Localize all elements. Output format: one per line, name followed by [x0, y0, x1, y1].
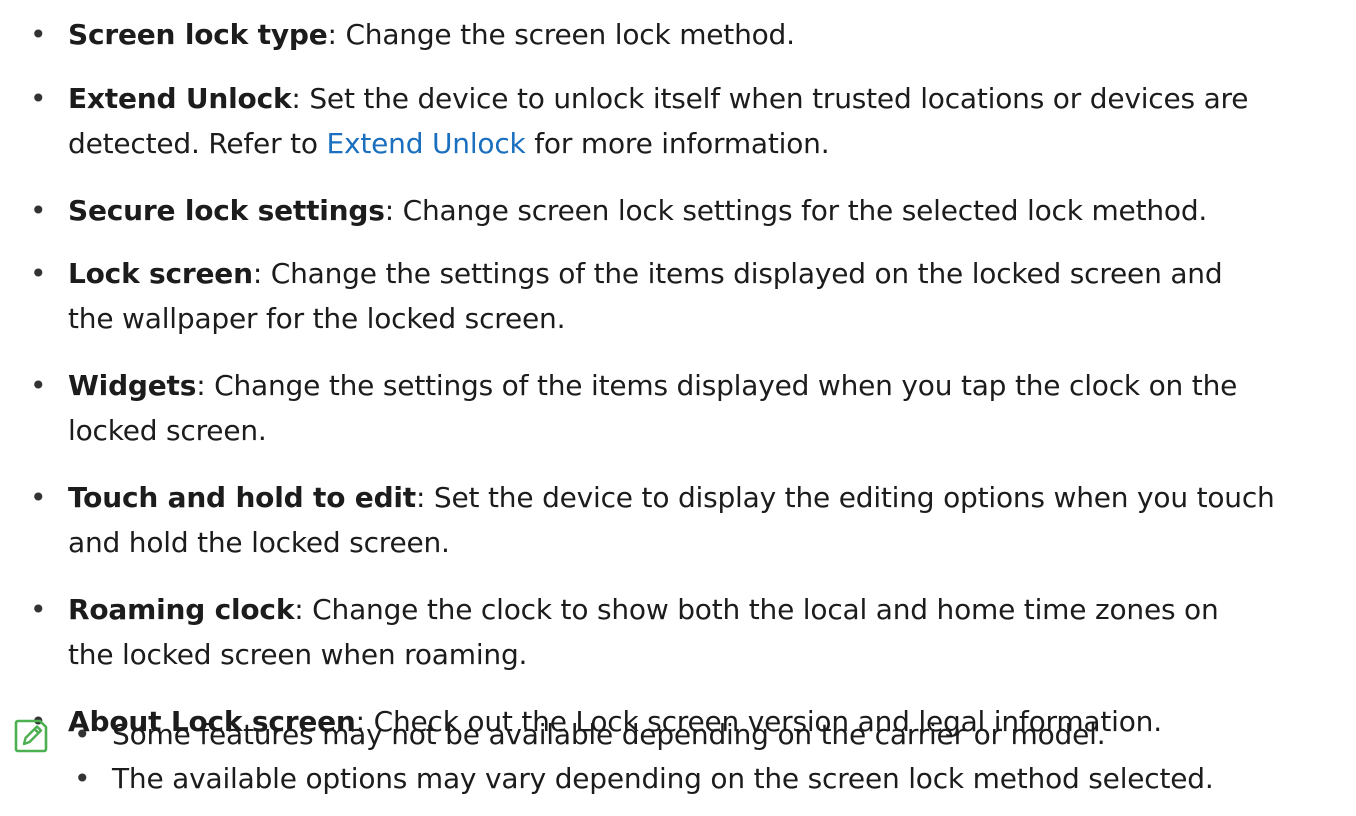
item-desc: : Set the device to unlock itself when t…: [291, 82, 1249, 115]
item-desc: : Change the clock to show both the loca…: [294, 593, 1219, 626]
note-pencil-icon: [14, 719, 48, 753]
item-term: Lock screen: [68, 257, 253, 290]
item-line: Touch and hold to edit: Set the device t…: [68, 475, 1275, 520]
note-item: • The available options may vary dependin…: [74, 756, 1214, 801]
bullet: •: [74, 718, 91, 751]
note-item: • Some features may not be available depe…: [74, 712, 1106, 757]
item-line: Secure lock settings: Change screen lock…: [68, 188, 1207, 233]
item-line: Lock screen: Change the settings of the …: [68, 251, 1223, 296]
item-term: Touch and hold to edit: [68, 481, 416, 514]
item-line-2: detected. Refer to Extend Unlock for mor…: [68, 121, 830, 166]
item-desc: : Change the settings of the items displ…: [252, 257, 1223, 290]
bullet: •: [74, 762, 91, 795]
item-line: Extend Unlock: Set the device to unlock …: [68, 76, 1248, 121]
bullet: •: [30, 194, 47, 227]
item-line-2: locked screen.: [68, 414, 267, 447]
item-term: Extend Unlock: [68, 82, 292, 115]
item-line: Roaming clock: Change the clock to show …: [68, 587, 1219, 632]
item-line-2: the locked screen when roaming.: [68, 638, 528, 671]
note-text: Some features may not be available depen…: [112, 718, 1106, 751]
note-text: The available options may vary depending…: [112, 762, 1214, 795]
item-line: Widgets: Change the settings of the item…: [68, 363, 1237, 408]
item-term: Secure lock settings: [68, 194, 385, 227]
item-desc: : Change the settings of the items displ…: [196, 369, 1238, 402]
bullet: •: [30, 257, 47, 290]
item-desc: : Change screen lock settings for the se…: [384, 194, 1208, 227]
item-term: Screen lock type: [68, 18, 328, 51]
bullet: •: [30, 82, 47, 115]
item-line: Screen lock type: Change the screen lock…: [68, 12, 795, 57]
item-line-2: the wallpaper for the locked screen.: [68, 302, 566, 335]
document-page: • Screen lock type: Change the screen lo…: [0, 0, 1356, 816]
item-term: Roaming clock: [68, 593, 295, 626]
item-term: Widgets: [68, 369, 197, 402]
item-line-2: and hold the locked screen.: [68, 526, 450, 559]
bullet: •: [30, 593, 47, 626]
bullet: •: [30, 18, 47, 51]
item-desc: : Set the device to display the editing …: [416, 481, 1275, 514]
item-desc-cont: detected. Refer to: [68, 127, 327, 160]
bullet: •: [30, 481, 47, 514]
item-desc-cont: for more information.: [525, 127, 830, 160]
item-desc: : Change the screen lock method.: [327, 18, 796, 51]
extend-unlock-link[interactable]: Extend Unlock: [327, 127, 526, 160]
bullet: •: [30, 369, 47, 402]
